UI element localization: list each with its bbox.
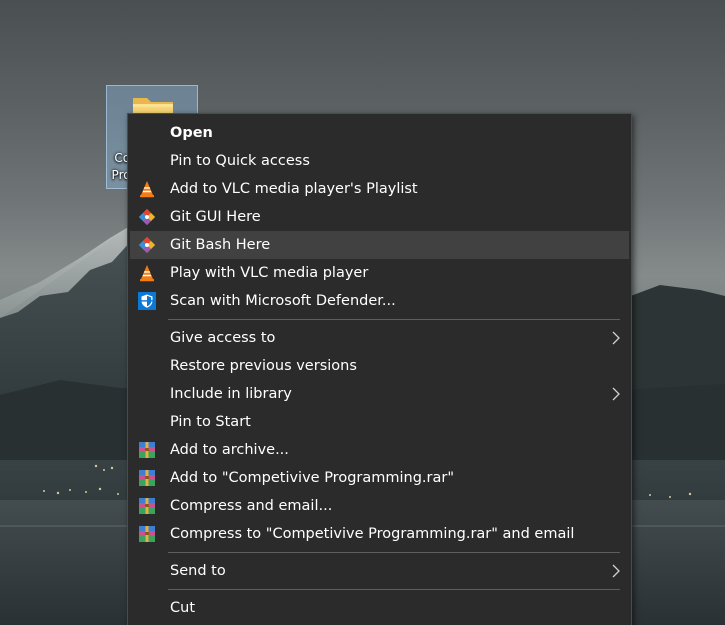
context-menu: Open Pin to Quick access Add to VLC media … xyxy=(127,113,632,625)
chevron-right-icon xyxy=(612,564,620,578)
menu-item-label: Restore previous versions xyxy=(170,358,357,374)
menu-item-label: Scan with Microsoft Defender... xyxy=(170,293,396,309)
menu-item-label: Give access to xyxy=(170,330,276,346)
menu-item-label: Compress and email... xyxy=(170,498,333,514)
menu-item-restore-previous-versions[interactable]: Restore previous versions xyxy=(130,352,629,380)
menu-item-pin-to-start[interactable]: Pin to Start xyxy=(130,408,629,436)
menu-item-pin-to-quick-access[interactable]: Pin to Quick access xyxy=(130,147,629,175)
menu-separator xyxy=(168,319,620,320)
menu-item-label: Add to "Competivive Programming.rar" xyxy=(170,470,455,486)
winrar-icon xyxy=(138,525,156,543)
chevron-right-icon xyxy=(612,331,620,345)
menu-item-send-to[interactable]: Send to xyxy=(130,557,629,585)
menu-item-label: Play with VLC media player xyxy=(170,265,369,281)
menu-item-label: Cut xyxy=(170,600,195,616)
menu-item-add-to-competivive-programming-rar[interactable]: Add to "Competivive Programming.rar" xyxy=(130,464,629,492)
winrar-icon xyxy=(138,469,156,487)
menu-item-play-with-vlc-media-player[interactable]: Play with VLC media player xyxy=(130,259,629,287)
menu-item-label: Add to archive... xyxy=(170,442,289,458)
menu-item-label: Open xyxy=(170,125,213,141)
menu-separator xyxy=(168,589,620,590)
winrar-icon xyxy=(138,441,156,459)
vlc-icon xyxy=(138,180,156,198)
menu-item-cut[interactable]: Cut xyxy=(130,594,629,622)
menu-item-add-to-vlc-media-player-s-playlist[interactable]: Add to VLC media player's Playlist xyxy=(130,175,629,203)
menu-item-git-gui-here[interactable]: Git GUI Here xyxy=(130,203,629,231)
chevron-right-icon xyxy=(612,387,620,401)
menu-item-label: Pin to Quick access xyxy=(170,153,310,169)
menu-item-git-bash-here[interactable]: Git Bash Here xyxy=(130,231,629,259)
git-icon xyxy=(138,208,156,226)
menu-item-include-in-library[interactable]: Include in library xyxy=(130,380,629,408)
menu-separator xyxy=(168,552,620,553)
menu-item-compress-to-competivive-programming-rar-and-email[interactable]: Compress to "Competivive Programming.rar… xyxy=(130,520,629,548)
menu-item-label: Git Bash Here xyxy=(170,237,271,253)
menu-item-label: Compress to "Competivive Programming.rar… xyxy=(170,526,575,542)
menu-item-open[interactable]: Open xyxy=(130,119,629,147)
git-icon xyxy=(138,236,156,254)
menu-item-label: Git GUI Here xyxy=(170,209,261,225)
vlc-icon xyxy=(138,264,156,282)
menu-item-label: Send to xyxy=(170,563,226,579)
menu-item-scan-with-microsoft-defender[interactable]: Scan with Microsoft Defender... xyxy=(130,287,629,315)
menu-item-label: Add to VLC media player's Playlist xyxy=(170,181,418,197)
menu-item-label: Pin to Start xyxy=(170,414,251,430)
defender-shield-icon xyxy=(138,292,156,310)
menu-item-add-to-archive[interactable]: Add to archive... xyxy=(130,436,629,464)
winrar-icon xyxy=(138,497,156,515)
menu-item-label: Include in library xyxy=(170,386,292,402)
menu-item-give-access-to[interactable]: Give access to xyxy=(130,324,629,352)
menu-item-compress-and-email[interactable]: Compress and email... xyxy=(130,492,629,520)
